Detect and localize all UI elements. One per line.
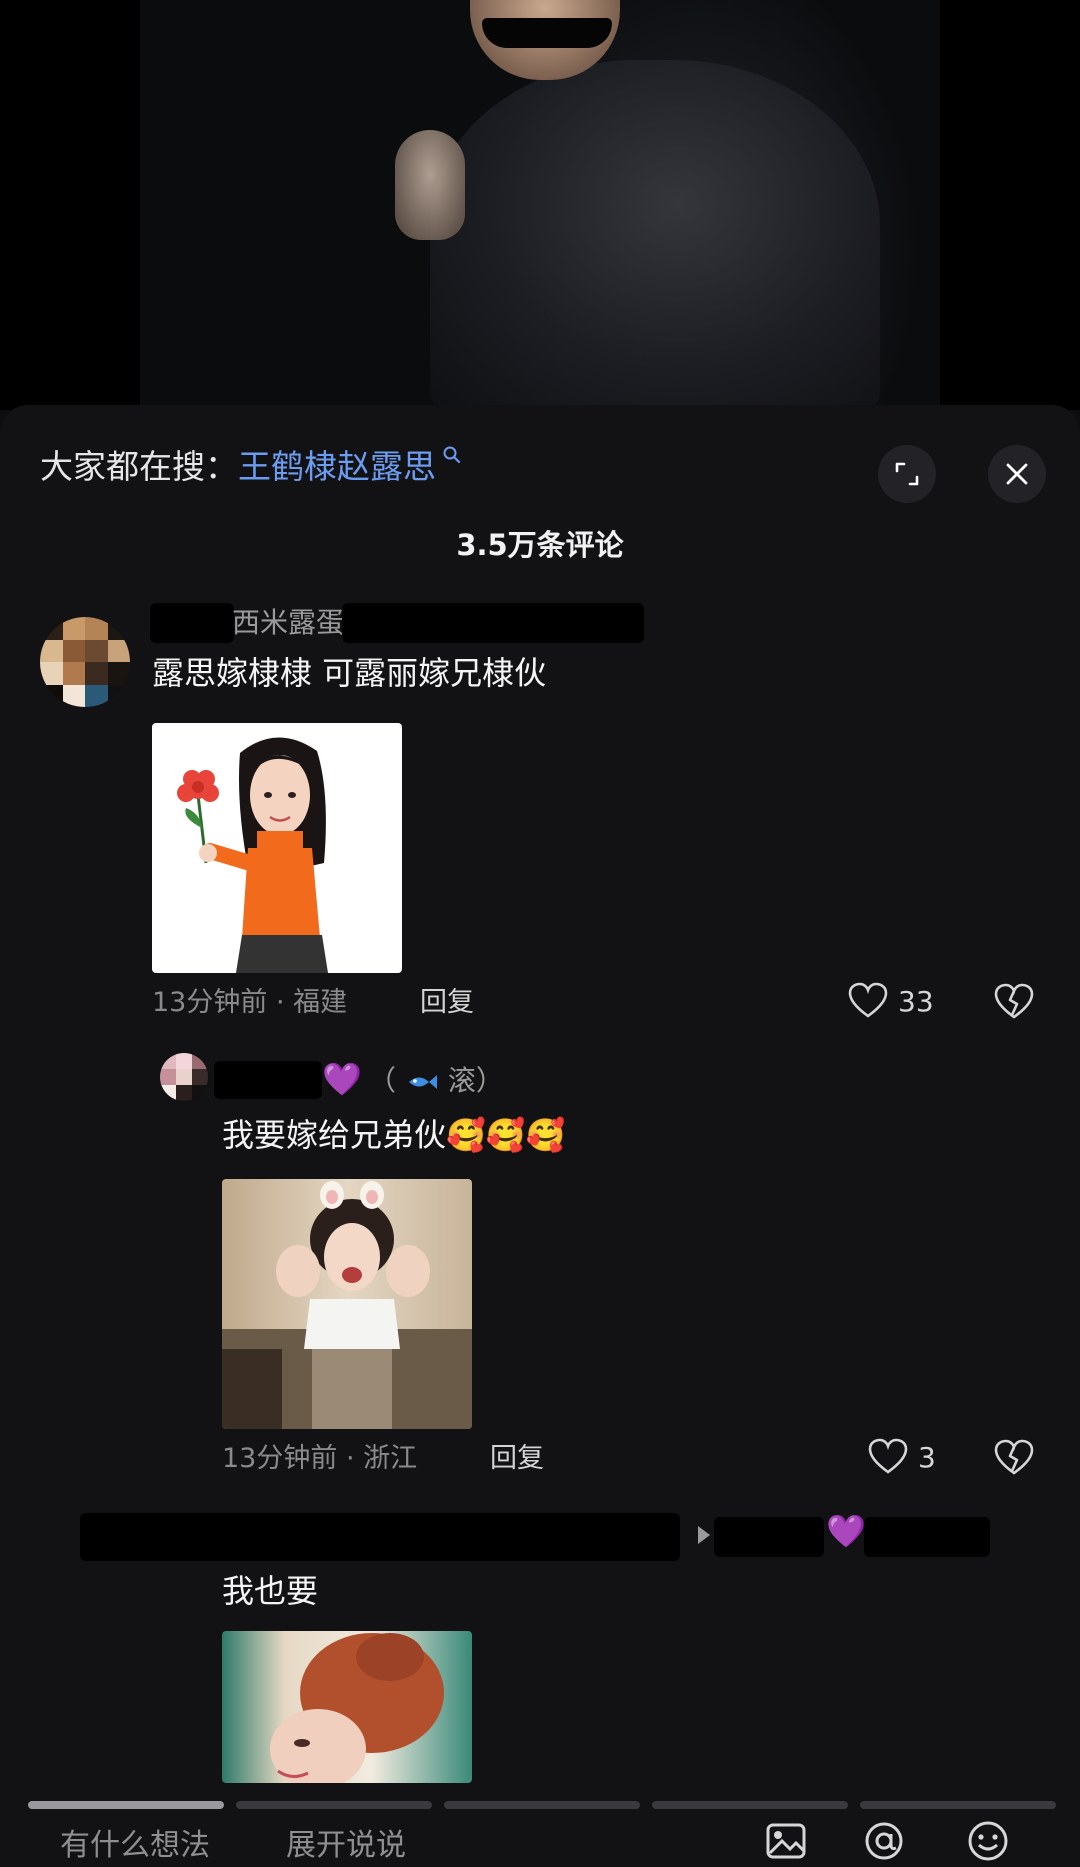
broken-heart-icon bbox=[994, 1439, 1034, 1475]
trending-search[interactable]: 大家都在搜： 王鹤棣赵露思 bbox=[40, 443, 462, 491]
video-frame bbox=[140, 0, 940, 410]
reply-avatar[interactable] bbox=[160, 1053, 208, 1101]
comment-sheet: 大家都在搜： 王鹤棣赵露思 3.5万条评论 西米露蛋 露思嫁棣棣 可露丽嫁兄棣伙 bbox=[0, 405, 1080, 1867]
comment-count: 3.5万条评论 bbox=[456, 528, 624, 562]
like-count: 33 bbox=[898, 984, 934, 1018]
reply-meta: 13分钟前 · 浙江 bbox=[222, 1439, 417, 1479]
sticker-girl-with-flower bbox=[177, 737, 328, 973]
progress-segment bbox=[236, 1801, 432, 1809]
avatar-mosaic bbox=[40, 617, 130, 707]
like-count: 3 bbox=[918, 1440, 936, 1474]
comment-time: 13分钟前 bbox=[152, 987, 268, 1018]
video-progress-segments bbox=[28, 1801, 1056, 1809]
meta-separator: · bbox=[345, 1443, 364, 1474]
expand-comment-button[interactable]: 展开说说 bbox=[286, 1825, 406, 1867]
redaction-bar bbox=[714, 1517, 824, 1557]
sticker-girl-waving bbox=[222, 1179, 472, 1429]
reply-arrow-icon bbox=[698, 1526, 710, 1544]
broken-heart-icon bbox=[994, 983, 1034, 1019]
video-player[interactable] bbox=[0, 0, 1080, 410]
expand-button[interactable] bbox=[878, 445, 936, 503]
comment-input-placeholder[interactable]: 有什么想法 bbox=[60, 1825, 210, 1867]
reply-location: 浙江 bbox=[363, 1443, 418, 1474]
reply-sticker[interactable] bbox=[222, 1179, 472, 1429]
heart-icon bbox=[868, 1438, 908, 1474]
trending-search-keyword[interactable]: 王鹤棣赵露思 bbox=[238, 443, 436, 491]
video-subject-coat bbox=[430, 60, 880, 410]
emoji-icon[interactable] bbox=[966, 1819, 1010, 1863]
comment-sticker[interactable] bbox=[152, 723, 402, 973]
reply-button[interactable]: 回复 bbox=[490, 1439, 544, 1479]
reply-text: 我要嫁给兄弟伙🥰🥰🥰 bbox=[222, 1111, 566, 1159]
like-button[interactable]: 33 bbox=[848, 982, 934, 1020]
redaction-bar bbox=[150, 603, 234, 643]
close-icon bbox=[1006, 463, 1028, 485]
reply-time: 13分钟前 bbox=[222, 1443, 338, 1474]
reply-sticker[interactable] bbox=[222, 1631, 472, 1783]
redaction-bar bbox=[342, 603, 644, 643]
progress-segment bbox=[444, 1801, 640, 1809]
sticker-red-hair-girl bbox=[222, 1631, 472, 1783]
dislike-button[interactable] bbox=[994, 1439, 1034, 1481]
reply-text: 我也要 bbox=[222, 1572, 319, 1610]
comment-meta: 13分钟前 · 福建 bbox=[152, 983, 347, 1023]
reply-text-body: 我要嫁给兄弟伙 bbox=[222, 1116, 447, 1154]
reply-fan-label: （ 滚） bbox=[368, 1061, 504, 1101]
avatar[interactable] bbox=[40, 617, 130, 707]
image-icon[interactable] bbox=[764, 1819, 808, 1863]
search-icon bbox=[443, 446, 461, 464]
progress-segment bbox=[28, 1801, 224, 1809]
heart-icon bbox=[848, 982, 888, 1018]
comment-username[interactable]: 西米露蛋 bbox=[232, 603, 344, 643]
reply-user-badge: 💜 bbox=[826, 1512, 866, 1550]
fan-label-open: （ bbox=[368, 1064, 397, 1097]
reply-emoji: 🥰🥰🥰 bbox=[446, 1116, 566, 1154]
avatar-mosaic bbox=[160, 1053, 208, 1101]
meta-separator: · bbox=[275, 987, 294, 1018]
reply-button[interactable]: 回复 bbox=[420, 983, 474, 1023]
like-button[interactable]: 3 bbox=[868, 1438, 936, 1476]
video-subject-hand bbox=[395, 130, 465, 240]
comment-location: 福建 bbox=[293, 987, 348, 1018]
redaction-bar bbox=[80, 1513, 680, 1561]
trending-search-prefix: 大家都在搜： bbox=[40, 447, 238, 486]
video-subject-glasses bbox=[482, 18, 612, 48]
dislike-button[interactable] bbox=[994, 983, 1034, 1025]
fan-label-text: 滚） bbox=[447, 1064, 504, 1097]
redaction-bar bbox=[214, 1061, 322, 1099]
fish-icon bbox=[408, 1075, 437, 1089]
reply-user-badge: 💜 bbox=[322, 1060, 362, 1098]
progress-segment bbox=[652, 1801, 848, 1809]
expand-icon bbox=[895, 462, 919, 486]
comment-input-bar[interactable]: 有什么想法 展开说说 bbox=[0, 1797, 1080, 1867]
comment-text: 露思嫁棣棣 可露丽嫁兄棣伙 bbox=[152, 654, 547, 692]
redaction-bar bbox=[864, 1517, 990, 1557]
close-button[interactable] bbox=[988, 445, 1046, 503]
at-mention-icon[interactable] bbox=[862, 1819, 906, 1863]
progress-segment bbox=[860, 1801, 1056, 1809]
